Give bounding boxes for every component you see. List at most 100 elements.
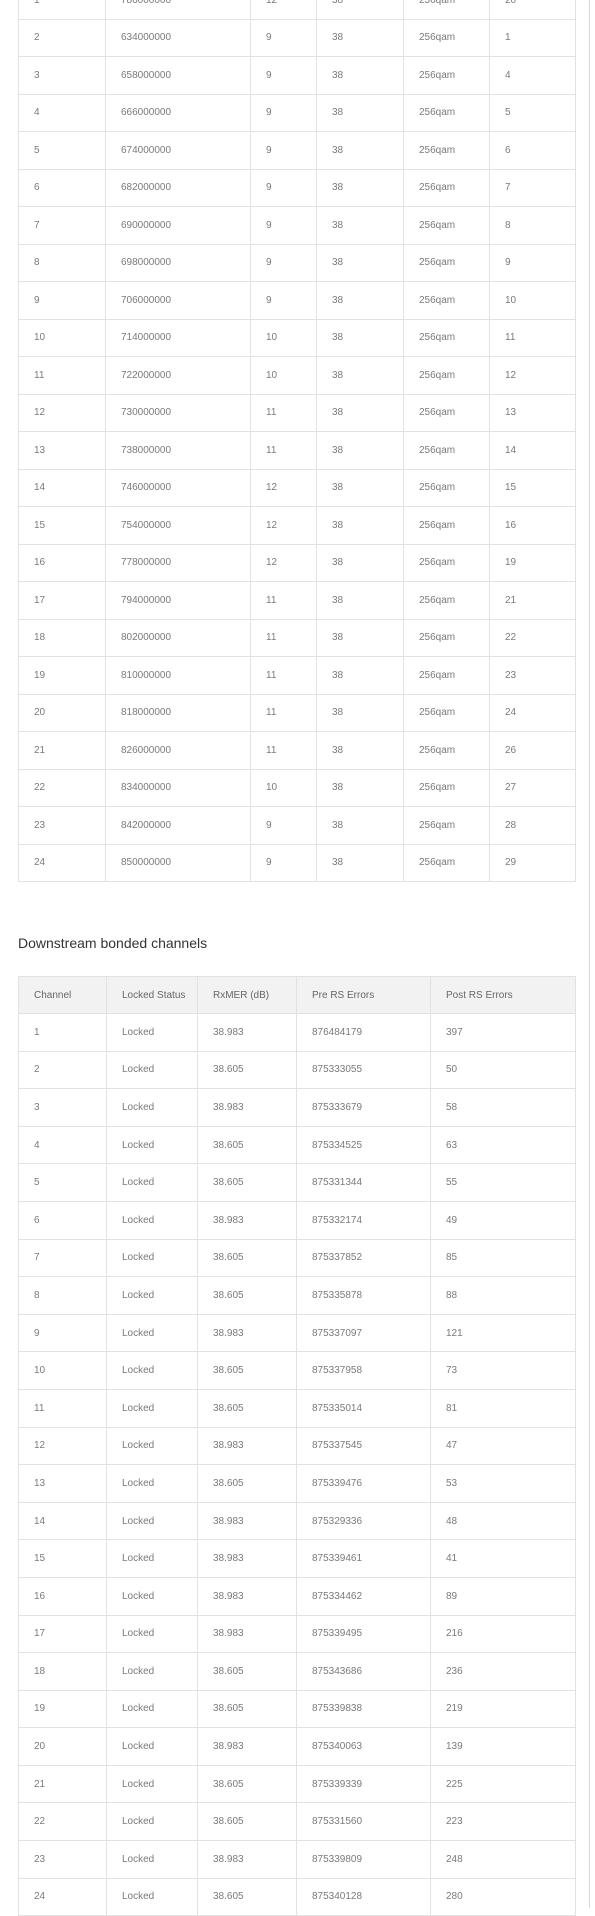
table-cell: 10	[250, 318, 317, 357]
table-cell: 7	[18, 1238, 107, 1278]
table-cell: 834000000	[105, 768, 251, 807]
table-cell: 38	[316, 0, 404, 20]
table-cell: 256qam	[403, 281, 490, 320]
table-cell: 14	[489, 431, 576, 470]
table-cell: 690000000	[105, 206, 251, 245]
table-cell: 81	[430, 1388, 576, 1428]
table-cell: 706000000	[105, 281, 251, 320]
table-cell: 875334525	[296, 1125, 431, 1165]
table-row: 6 Locked 38.983 875332174 49	[18, 1200, 576, 1240]
table-cell: Locked	[106, 1313, 198, 1353]
table-cell: 55	[430, 1163, 576, 1202]
table-cell: 38	[316, 843, 404, 882]
table-cell: 18	[18, 618, 106, 657]
table-cell: 13	[489, 393, 576, 432]
table-cell: 38.983	[197, 1576, 297, 1616]
table-cell: 256qam	[403, 318, 490, 357]
table-cell: 256qam	[403, 656, 490, 695]
table-cell: 875337852	[296, 1238, 431, 1278]
downstream-bonded-table: Channel Locked Status RxMER (dB) Pre RS Err…	[18, 976, 576, 1916]
table-row: 1 Locked 38.983 876484179 397	[18, 1013, 576, 1052]
status-page: 1 786000000 12 38 256qam 20 2 634000000 9 38 256qa…	[0, 0, 590, 1916]
table-row: 19 810000000 11 38 256qam 23	[18, 656, 576, 695]
table-cell: 27	[489, 768, 576, 807]
table-cell: 89	[430, 1576, 576, 1616]
table-cell: 256qam	[403, 93, 490, 132]
table-cell: 12	[18, 1426, 107, 1466]
table-cell: 216	[430, 1614, 576, 1654]
table-cell: 256qam	[403, 18, 490, 57]
table-row: 21 Locked 38.605 875339339 225	[18, 1764, 576, 1804]
table-row: 22 834000000 10 38 256qam 27	[18, 768, 576, 807]
column-header: Post RS Errors	[430, 976, 576, 1014]
table-cell: 38.605	[197, 1877, 297, 1916]
table-cell: 875331344	[296, 1163, 431, 1202]
table-cell: 256qam	[403, 206, 490, 245]
table-cell: 13	[18, 1464, 107, 1503]
table-row: 14 Locked 38.983 875329336 48	[18, 1501, 576, 1541]
table-cell: 11	[489, 318, 576, 357]
table-cell: 88	[430, 1276, 576, 1315]
table-cell: 38.605	[197, 1802, 297, 1842]
table-cell: 14	[18, 1501, 107, 1541]
table-cell: 1	[489, 18, 576, 57]
table-row: 20 Locked 38.983 875340063 139	[18, 1727, 576, 1766]
table-cell: 219	[430, 1689, 576, 1729]
table-cell: 38.983	[197, 1088, 297, 1127]
table-cell: 12	[250, 506, 317, 545]
table-row: 4 666000000 9 38 256qam 5	[18, 93, 576, 132]
table-cell: 38.983	[197, 1727, 297, 1766]
table-cell: 15	[489, 468, 576, 507]
table-cell: 875339339	[296, 1764, 431, 1804]
table-cell: 8	[18, 243, 106, 282]
table-cell: 38.605	[197, 1238, 297, 1278]
table-cell: 778000000	[105, 543, 251, 582]
table-cell: 875335878	[296, 1276, 431, 1315]
table-cell: 3	[18, 56, 106, 95]
table-cell: 850000000	[105, 843, 251, 882]
table-cell: 38	[316, 656, 404, 695]
table-cell: 786000000	[105, 0, 251, 20]
table-cell: 754000000	[105, 506, 251, 545]
table-row: 23 842000000 9 38 256qam 28	[18, 806, 576, 845]
table-cell: 11	[250, 581, 317, 620]
table-row: 16 Locked 38.983 875334462 89	[18, 1576, 576, 1616]
table-cell: 48	[430, 1501, 576, 1541]
table-cell: 38.605	[197, 1163, 297, 1202]
table-cell: 49	[430, 1200, 576, 1240]
table-cell: 256qam	[403, 131, 490, 170]
table-row: 21 826000000 11 38 256qam 26	[18, 731, 576, 770]
table-cell: 10	[18, 1351, 107, 1390]
table-cell: 38	[316, 206, 404, 245]
table-cell: 15	[18, 506, 106, 545]
table-cell: Locked	[106, 1464, 198, 1503]
table-cell: 24	[18, 843, 106, 882]
table-cell: 38.983	[197, 1013, 297, 1052]
table-cell: 11	[250, 656, 317, 695]
table-cell: 6	[489, 131, 576, 170]
table-cell: 12	[489, 356, 576, 395]
table-row: 14 746000000 12 38 256qam 15	[18, 468, 576, 507]
table-cell: 38	[316, 56, 404, 95]
table-cell: 38.983	[197, 1501, 297, 1541]
table-cell: Locked	[106, 1163, 198, 1202]
table-cell: 18	[18, 1652, 107, 1691]
table-cell: 11	[250, 618, 317, 657]
table-cell: 875333679	[296, 1088, 431, 1127]
table-cell: Locked	[106, 1840, 198, 1879]
table-cell: 9	[250, 93, 317, 132]
table-cell: 22	[18, 768, 106, 807]
table-cell: 9	[250, 206, 317, 245]
table-cell: 256qam	[403, 243, 490, 282]
table-cell: 11	[18, 356, 106, 395]
table-cell: 22	[18, 1802, 107, 1842]
table-cell: Locked	[106, 1727, 198, 1766]
table-row: 18 802000000 11 38 256qam 22	[18, 618, 576, 657]
table-cell: 256qam	[403, 768, 490, 807]
channel-table: 1 786000000 12 38 256qam 20 2 634000000 9 38 256qa…	[18, 0, 576, 882]
table-cell: 7	[18, 206, 106, 245]
table-cell: 730000000	[105, 393, 251, 432]
table-cell: 225	[430, 1764, 576, 1804]
table-cell: 875334462	[296, 1576, 431, 1616]
table-cell: 38.983	[197, 1200, 297, 1240]
